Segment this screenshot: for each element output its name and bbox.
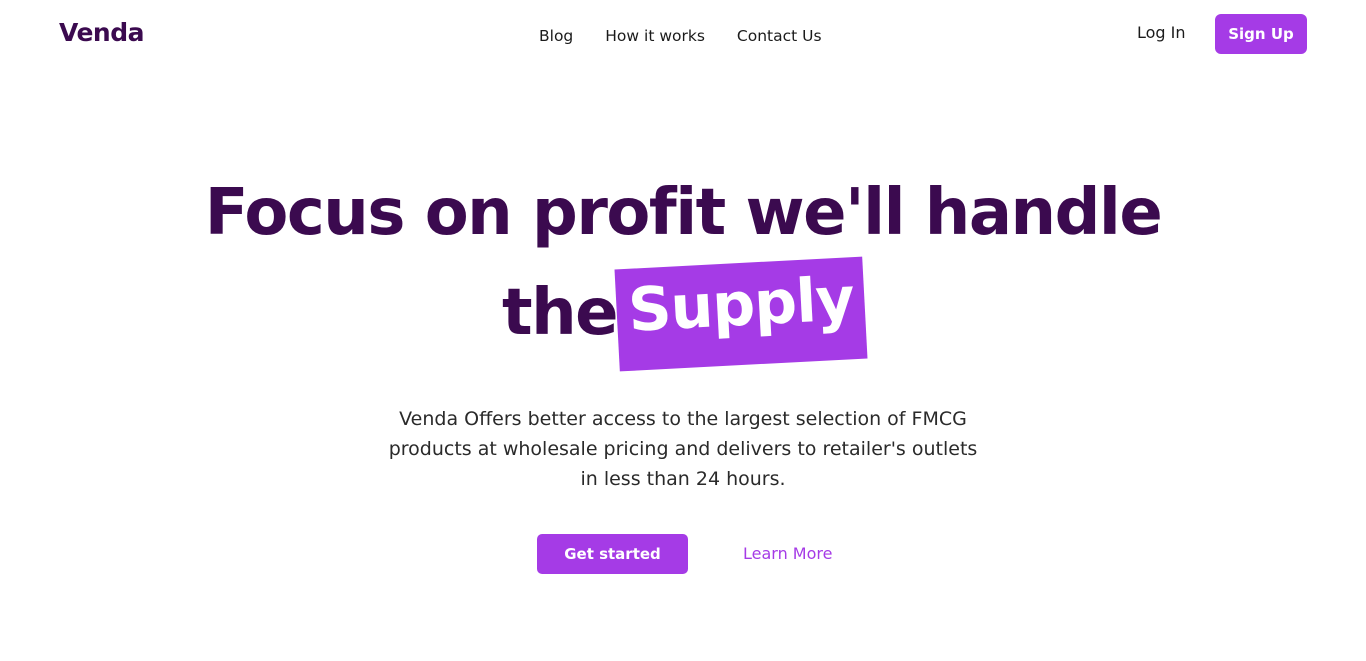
main-nav: Blog How it works Contact Us xyxy=(539,27,822,45)
nav-item-how-it-works[interactable]: How it works xyxy=(605,27,705,45)
hero-headline-line1: Focus on profit we'll handle xyxy=(204,176,1163,250)
signup-button[interactable]: Sign Up xyxy=(1215,14,1307,54)
get-started-button[interactable]: Get started xyxy=(537,534,688,574)
nav-item-blog[interactable]: Blog xyxy=(539,27,573,45)
hero-description: Venda Offers better access to the larges… xyxy=(388,408,978,490)
login-link[interactable]: Log In xyxy=(1137,23,1186,42)
landing-page: Venda Blog How it works Contact Us Log I… xyxy=(0,0,1366,661)
hero-highlight-word: Supply xyxy=(626,264,856,346)
hero-headline-line2: the xyxy=(502,276,619,350)
brand-logo[interactable]: Venda xyxy=(59,18,145,47)
learn-more-link[interactable]: Learn More xyxy=(743,544,832,563)
nav-item-contact-us[interactable]: Contact Us xyxy=(737,27,822,45)
